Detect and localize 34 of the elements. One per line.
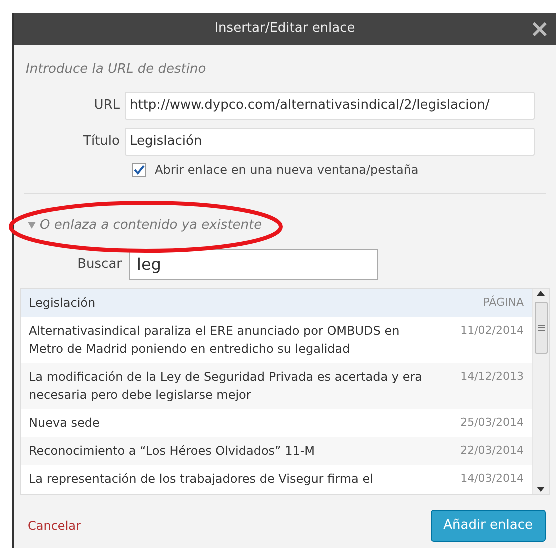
result-row[interactable]: Legislación PÁGINA: [21, 289, 532, 317]
checkbox-label: Abrir enlace en una nueva ventana/pestaña: [155, 162, 419, 178]
checkmark-icon: [134, 164, 144, 174]
result-title: La representación de los trabajadores de Visegur firma el: [29, 471, 374, 488]
result-title: La modificación de la Ley de Seguridad Privada es acertada y era necesaria pero debe legislarse mejor: [29, 369, 424, 404]
result-row[interactable]: La modificación de la Ley de Seguridad Privada es acertada y era necesaria pero debe legislarse mejor 14/12/2013: [21, 363, 532, 409]
title-field[interactable]: Legislación: [125, 128, 535, 156]
checkbox[interactable]: [132, 162, 146, 176]
result-info: PÁGINA: [483, 294, 524, 311]
scrollbar[interactable]: [532, 289, 549, 494]
result-title: Legislación: [29, 295, 97, 312]
result-row[interactable]: Reconocimiento a “Los Héroes Olvidados” 11-M 22/03/2014: [21, 437, 532, 465]
result-info: 25/03/2014: [460, 415, 524, 431]
search-label: Buscar: [76, 256, 122, 274]
close-button[interactable]: ×: [526, 17, 554, 41]
url-label: URL: [93, 96, 120, 115]
result-info: 22/03/2014: [460, 443, 524, 459]
result-title: Reconocimiento a “Los Héroes Olvidados” 11-M: [29, 443, 316, 460]
scroll-up-icon[interactable]: [537, 291, 545, 296]
search-field[interactable]: leg: [129, 249, 378, 280]
scroll-thumb[interactable]: [534, 302, 548, 354]
section-heading: Introduce la URL de destino: [26, 61, 208, 79]
cancel-link[interactable]: Cancelar: [28, 517, 81, 535]
result-title: Nueva sede: [29, 415, 101, 432]
scroll-down-icon[interactable]: [537, 487, 545, 492]
result-title: Alternativasindical paraliza el ERE anunciado por OMBUDS en Metro de Madrid poniendo en entredicho su legalidad: [29, 323, 401, 358]
grip-icon: [538, 325, 544, 331]
triangle-icon: [28, 222, 36, 229]
result-info: 11/02/2014: [460, 323, 524, 339]
window-title: Insertar/Editar enlace: [214, 20, 356, 38]
result-info: 14/12/2013: [460, 369, 524, 385]
result-info: 14/03/2014: [460, 471, 524, 487]
url-field[interactable]: http://www.dypco.com/alternativasindical/2/legislacion/: [125, 92, 535, 120]
title-label: Título: [82, 132, 120, 151]
